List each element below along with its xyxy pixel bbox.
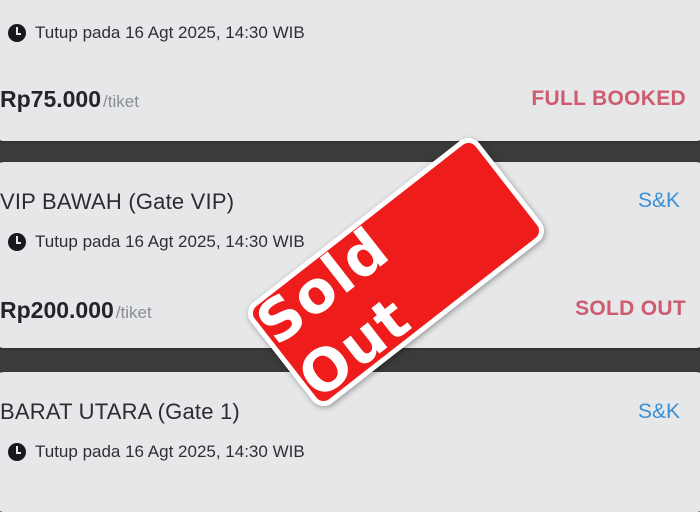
closing-time-text: Tutup pada 16 Agt 2025, 14:30 WIB (35, 442, 305, 461)
closing-time: Tutup pada 16 Agt 2025, 14:30 WIB (8, 442, 305, 462)
terms-link[interactable]: S&K (638, 400, 680, 424)
terms-link[interactable]: S&K (638, 189, 680, 213)
clock-icon (8, 443, 26, 461)
status-label: FULL BOOKED (531, 87, 686, 110)
price-value: Rp75.000 (0, 86, 102, 112)
closing-time: Tutup pada 16 Agt 2025, 14:30 WIB (8, 232, 305, 252)
price-value: Rp200.000 (0, 297, 114, 323)
ticket-price: Rp200.000/tiket (0, 297, 152, 324)
price-unit: /tiket (103, 92, 139, 111)
ticket-card-regular[interactable]: Tutup pada 16 Agt 2025, 14:30 WIB Rp75.0… (0, 0, 700, 141)
closing-time-text: Tutup pada 16 Agt 2025, 14:30 WIB (35, 23, 305, 42)
ticket-name: BARAT UTARA (Gate 1) (0, 399, 240, 424)
closing-time-text: Tutup pada 16 Agt 2025, 14:30 WIB (35, 232, 305, 251)
closing-time: Tutup pada 16 Agt 2025, 14:30 WIB (8, 23, 305, 43)
status-label: SOLD OUT (575, 297, 686, 320)
clock-icon (8, 24, 26, 42)
clock-icon (8, 233, 26, 251)
ticket-price: Rp75.000/tiket (0, 86, 139, 113)
price-unit: /tiket (115, 303, 152, 322)
ticket-name: VIP BAWAH (Gate VIP) (0, 189, 235, 214)
